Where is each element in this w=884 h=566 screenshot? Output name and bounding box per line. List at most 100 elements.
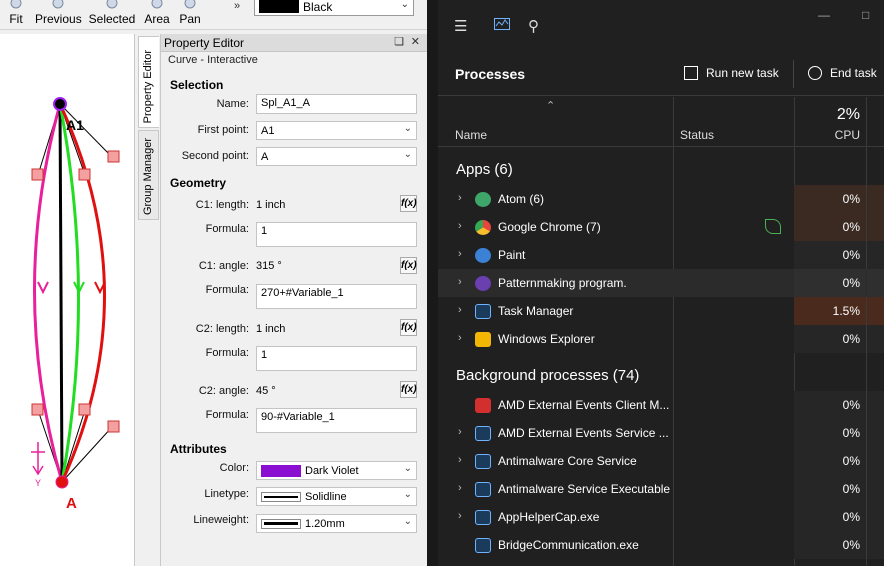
tab-property-editor[interactable]: Property Editor <box>138 36 159 128</box>
previous-button[interactable]: Previous <box>35 0 82 30</box>
c1-length-formula-field[interactable]: 1 <box>256 222 417 247</box>
zoom-previous-icon <box>52 0 64 9</box>
chevron-right-icon[interactable]: › <box>458 454 462 466</box>
hamburger-menu-icon[interactable]: ☰ <box>454 17 467 35</box>
linetype-select[interactable]: Solidline ⌄ <box>256 487 417 506</box>
divider <box>793 60 794 88</box>
run-new-task-button[interactable]: Run new task <box>684 66 779 80</box>
control-handle[interactable] <box>107 150 120 163</box>
process-row[interactable]: BridgeCommunication.exe 0% <box>438 531 884 559</box>
process-row[interactable]: › AppHelperCap.exe 0% <box>438 503 884 531</box>
c2-length-formula-button[interactable]: f(x) <box>400 319 417 336</box>
c2-angle-formula-label: Formula: <box>205 409 249 421</box>
pattern-drawing: A1 A Y <box>31 97 120 512</box>
color-swatch <box>259 0 299 13</box>
side-tab-bar: Property Editor Group Manager <box>136 34 160 566</box>
c1-length-formula-label: Formula: <box>205 223 249 235</box>
c1-angle-formula-button[interactable]: f(x) <box>400 257 417 274</box>
curve-black[interactable] <box>58 103 64 483</box>
cpu-cell-edge <box>867 213 884 241</box>
service-icon <box>475 538 491 553</box>
curve-red[interactable] <box>58 103 106 483</box>
lineweight-label: Lineweight: <box>193 514 249 526</box>
c2-angle-formula-field[interactable]: 90-#Variable_1 <box>256 408 417 433</box>
c2-length-formula-field[interactable]: 1 <box>256 346 417 371</box>
task-manager-icon <box>475 304 491 319</box>
fit-icon <box>10 0 22 9</box>
chevron-right-icon[interactable]: › <box>458 248 462 260</box>
end-task-button[interactable]: End task <box>808 66 877 80</box>
atom-app-icon <box>475 192 491 207</box>
paint-app-icon <box>475 248 491 263</box>
command-bar: Processes Run new task End task <box>438 52 884 96</box>
chevron-right-icon[interactable]: › <box>458 192 462 204</box>
control-handle[interactable] <box>31 403 44 416</box>
object-type-label: Curve - Interactive <box>168 54 258 66</box>
process-row[interactable]: › Windows Explorer 0% <box>438 325 884 353</box>
geometry-heading: Geometry <box>170 176 227 190</box>
close-icon[interactable]: ✕ <box>411 35 420 48</box>
selected-button[interactable]: Selected <box>88 0 136 30</box>
chrome-app-icon <box>475 220 491 235</box>
first-point-select[interactable]: A1 ⌄ <box>256 121 417 140</box>
process-row[interactable]: › Atom (6) 0% <box>438 185 884 213</box>
new-task-icon <box>684 66 698 80</box>
point-a-label: A <box>66 495 77 512</box>
folder-icon <box>475 332 491 347</box>
toolbar-color-combo[interactable]: Black ⌄ <box>254 0 414 16</box>
c1-length-formula-button[interactable]: f(x) <box>400 195 417 212</box>
c1-length-label: C1: length: <box>195 199 249 211</box>
second-point-select[interactable]: A ⌄ <box>256 147 417 166</box>
pan-button[interactable]: Pan <box>178 0 202 30</box>
control-handle[interactable] <box>78 168 91 181</box>
chevron-right-icon[interactable]: › <box>458 332 462 344</box>
patternmaking-app-icon <box>475 276 491 291</box>
curve-pink[interactable] <box>33 103 64 483</box>
chevron-right-icon[interactable]: › <box>458 482 462 494</box>
sort-up-icon: ⌃ <box>546 100 556 112</box>
search-icon[interactable]: ⚲ <box>528 17 539 35</box>
process-row[interactable]: › Antimalware Service Executable 0% <box>438 475 884 503</box>
color-label: Color: <box>219 462 249 474</box>
color-select[interactable]: Dark Violet ⌄ <box>256 461 417 480</box>
c2-angle-formula-button[interactable]: f(x) <box>400 381 417 398</box>
property-editor-titlebar: Property Editor ❏ ✕ <box>161 34 427 52</box>
first-point-label: First point: <box>197 124 249 136</box>
control-handle[interactable] <box>31 168 44 181</box>
process-row[interactable]: › Paint 0% <box>438 241 884 269</box>
process-row[interactable]: › Antimalware Core Service 0% <box>438 447 884 475</box>
chevron-down-icon: ⌄ <box>403 149 412 160</box>
chevron-right-icon[interactable]: › <box>458 510 462 522</box>
lineweight-select[interactable]: 1.20mm ⌄ <box>256 514 417 533</box>
maximize-icon[interactable]: □ <box>862 8 869 22</box>
point-a1-marker[interactable] <box>53 97 67 111</box>
name-field[interactable]: Spl_A1_A <box>256 94 417 114</box>
float-panel-icon[interactable]: ❏ <box>394 35 404 48</box>
control-handle[interactable] <box>107 420 120 433</box>
tab-group-manager[interactable]: Group Manager <box>138 130 159 220</box>
process-row[interactable]: › Google Chrome (7) 0% <box>438 213 884 241</box>
process-row[interactable]: › Task Manager 1.5% <box>438 297 884 325</box>
toolbar-overflow-button[interactable]: » <box>234 0 240 12</box>
status-column-header[interactable]: Status <box>680 128 714 142</box>
minimize-icon[interactable]: — <box>818 8 830 22</box>
fit-button[interactable]: Fit <box>3 0 29 30</box>
point-a-marker[interactable] <box>55 475 69 489</box>
process-row[interactable]: › AMD External Events Service ... 0% <box>438 419 884 447</box>
name-column-header[interactable]: Name <box>455 128 487 142</box>
c2-length-formula-label: Formula: <box>205 347 249 359</box>
service-icon <box>475 426 491 441</box>
pattern-app-window: Fit Previous Selected Area Pan » Black ⌄ <box>0 0 427 566</box>
cpu-column-header[interactable]: CPU <box>835 128 860 142</box>
process-row[interactable]: AMD External Events Client M... 0% <box>438 391 884 419</box>
drawing-canvas[interactable]: A1 A Y <box>0 34 135 566</box>
chevron-right-icon[interactable]: › <box>458 426 462 438</box>
control-handle[interactable] <box>78 403 91 416</box>
chevron-right-icon[interactable]: › <box>458 276 462 288</box>
area-button[interactable]: Area <box>143 0 171 30</box>
chevron-right-icon[interactable]: › <box>458 220 462 232</box>
c1-angle-formula-field[interactable]: 270+#Variable_1 <box>256 284 417 309</box>
process-row-selected[interactable]: › Patternmaking program. 0% <box>438 269 884 297</box>
chevron-right-icon[interactable]: › <box>458 304 462 316</box>
amd-icon <box>475 398 491 413</box>
